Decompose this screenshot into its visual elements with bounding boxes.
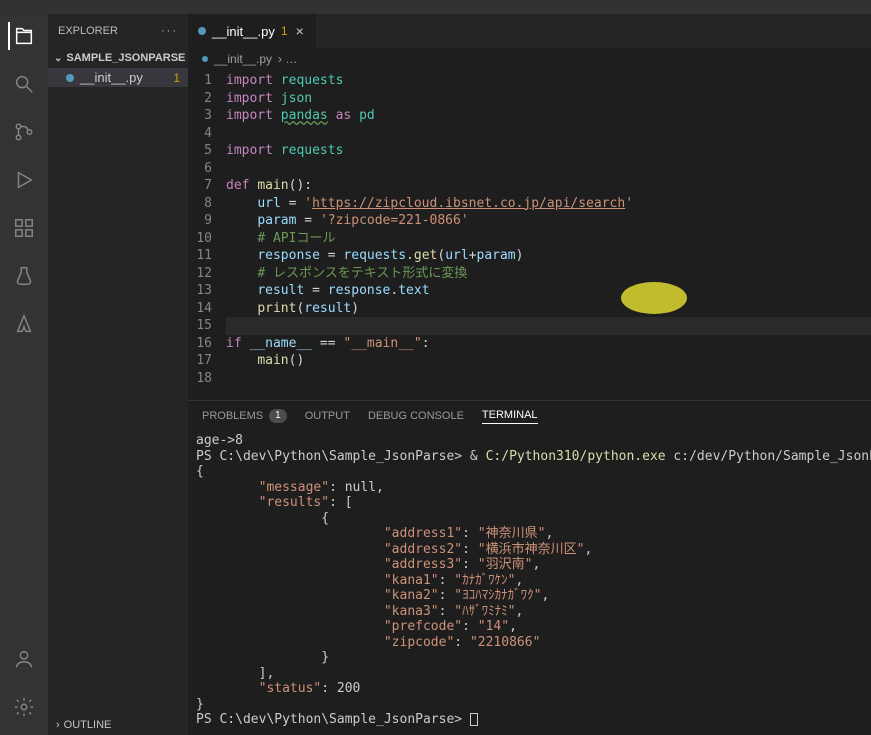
menubar: [0, 0, 871, 14]
sidebar-section[interactable]: ⌄ SAMPLE_JSONPARSE: [48, 48, 188, 68]
accounts-icon[interactable]: [10, 645, 38, 673]
bottom-panel: PROBLEMS 1 OUTPUT DEBUG CONSOLE TERMINAL…: [188, 400, 871, 735]
editor-tabs: __init__.py 1 ×: [188, 14, 871, 48]
panel-tab-output[interactable]: OUTPUT: [305, 410, 350, 422]
panel-tab-debug[interactable]: DEBUG CONSOLE: [368, 410, 464, 422]
file-name: __init__.py: [80, 70, 143, 85]
python-file-icon: [202, 56, 208, 62]
close-icon[interactable]: ×: [294, 23, 306, 39]
sidebar-header: EXPLORER ···: [48, 14, 188, 48]
python-file-icon: [66, 74, 74, 82]
run-debug-icon[interactable]: [10, 166, 38, 194]
breadcrumb-rest: › …: [278, 52, 297, 66]
file-problem-badge: 1: [173, 71, 180, 85]
terminal[interactable]: age->8 PS C:\dev\Python\Sample_JsonParse…: [188, 431, 871, 735]
settings-gear-icon[interactable]: [10, 693, 38, 721]
file-item-init[interactable]: __init__.py 1: [48, 68, 188, 87]
editor-area: __init__.py 1 × __init__.py › … 12345678…: [188, 14, 871, 735]
sidebar-section-label: SAMPLE_JSONPARSE: [66, 52, 185, 64]
python-file-icon: [198, 27, 206, 35]
main: EXPLORER ··· ⌄ SAMPLE_JSONPARSE __init__…: [0, 14, 871, 735]
problems-badge: 1: [269, 409, 287, 423]
panel-tab-terminal[interactable]: TERMINAL: [482, 409, 538, 424]
tab-label: __init__.py: [212, 24, 275, 39]
source-control-icon[interactable]: [10, 118, 38, 146]
more-icon[interactable]: ···: [161, 25, 178, 37]
tab-init[interactable]: __init__.py 1 ×: [188, 14, 316, 48]
breadcrumb[interactable]: __init__.py › …: [188, 48, 871, 70]
line-gutter: 123456789101112131415161718: [188, 70, 226, 400]
sidebar-title: EXPLORER: [58, 25, 118, 37]
breadcrumb-file: __init__.py: [214, 52, 272, 66]
search-icon[interactable]: [10, 70, 38, 98]
activity-bar: [0, 14, 48, 735]
azure-icon[interactable]: [10, 310, 38, 338]
chevron-down-icon: ⌄: [54, 53, 62, 64]
explorer-icon[interactable]: [8, 22, 38, 50]
code-lines[interactable]: import requestsimport jsonimport pandas …: [226, 70, 871, 400]
sidebar: EXPLORER ··· ⌄ SAMPLE_JSONPARSE __init__…: [48, 14, 188, 735]
code-editor[interactable]: 123456789101112131415161718 import reque…: [188, 70, 871, 400]
testing-icon[interactable]: [10, 262, 38, 290]
modified-badge: 1: [281, 24, 288, 38]
panel-tabs: PROBLEMS 1 OUTPUT DEBUG CONSOLE TERMINAL: [188, 401, 871, 431]
panel-tab-problems[interactable]: PROBLEMS 1: [202, 409, 287, 423]
extensions-icon[interactable]: [10, 214, 38, 242]
sidebar-outline[interactable]: › OUTLINE: [48, 715, 188, 735]
